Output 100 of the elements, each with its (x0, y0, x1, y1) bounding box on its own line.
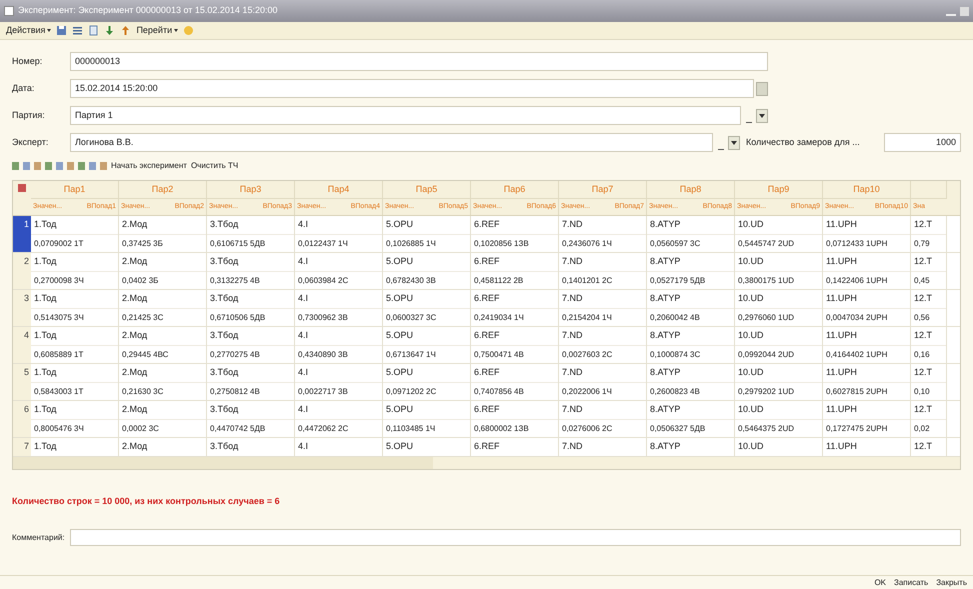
table-settings-icon[interactable] (18, 184, 26, 192)
column-header[interactable]: Пар10 (853, 182, 880, 196)
table-cell: 0,0992044 2UD (738, 348, 794, 360)
table-cell-text: 8.ATYP (650, 292, 680, 306)
table-cell: 0,4164402 1UPH (826, 348, 888, 360)
table-cell: 0,29445 4ВС (122, 348, 168, 360)
list-icon[interactable] (72, 25, 84, 36)
arrow-down-icon[interactable] (104, 25, 116, 36)
table-cell: 0,4581122 2В (474, 274, 524, 286)
field-label: Партия: (12, 108, 46, 122)
table-cell: 0,3800175 1UD (738, 274, 794, 286)
table-cell-text: 11.UPH (826, 292, 857, 306)
table-cell-text: 1.Тод (34, 440, 56, 454)
table-cell: 0,37425 3Б (122, 238, 163, 250)
table-cell: 0,5843003 1Т (34, 386, 84, 398)
column-header[interactable]: Пар2 (152, 182, 174, 196)
table-cell-text: 12.Т (914, 403, 932, 416)
table-cell-text: 5.ОРU (386, 255, 414, 268)
table-cell-text: 11.UPH (826, 329, 857, 342)
column-header[interactable]: Пар1 (64, 182, 86, 196)
table-cell: 0,79 (914, 238, 930, 250)
table-cell: 0,02 (914, 422, 930, 434)
input-field[interactable]: 1000 (884, 133, 961, 152)
input-field[interactable]: 000000013 (70, 52, 768, 71)
table-cell-text: 6.REF (474, 255, 500, 268)
help-icon[interactable] (183, 25, 194, 36)
table-cell-text: 6.REF (474, 403, 500, 416)
table-cell-text: 3.Тбод (210, 329, 238, 342)
table-cell-text: 2.Мод (122, 403, 148, 416)
input-field[interactable]: Партия 1 (70, 106, 741, 125)
row-number: 4 (24, 329, 29, 342)
table-cell-text: 3.Тбод (210, 403, 238, 416)
table-cell: 0,0122437 1Ч (298, 238, 348, 250)
document-icon[interactable] (88, 25, 100, 36)
clear-table-button[interactable]: Очистить ТЧ (190, 160, 238, 172)
table-cell-text: 3.Тбод (210, 366, 238, 380)
minimize-button[interactable] (946, 14, 956, 16)
column-header[interactable]: Пар8 (680, 182, 702, 196)
column-header[interactable]: Пар3 (240, 182, 262, 196)
table-cell: 0,2979202 1UD (738, 386, 794, 398)
table-cell-text: 6.REF (474, 440, 500, 454)
table-cell-text: 12.Т (914, 292, 932, 306)
column-header[interactable]: Пар6 (504, 182, 526, 196)
table-cell-text: 8.ATYP (650, 218, 680, 232)
close-button[interactable]: Закрыть (936, 576, 967, 588)
save-button[interactable]: Записать (894, 576, 928, 588)
column-header[interactable]: Пар4 (328, 182, 350, 196)
table-cell-text: 6.REF (474, 292, 500, 306)
table-cell-text: 7.ND (562, 218, 583, 232)
table-cell: 0,0527179 5ДВ (650, 274, 706, 286)
table-cell: 0,1026885 1Ч (386, 238, 436, 250)
table-cell: 0,6027815 2UPH (826, 386, 888, 398)
table-cell-text: 4.І (298, 403, 308, 416)
field-label: Эксперт: (12, 136, 50, 149)
table-cell-text: 1.Тод (34, 255, 56, 268)
floppy-icon[interactable] (56, 25, 68, 36)
menu-button[interactable]: Перейти (136, 24, 178, 38)
field-label: Дата: (12, 82, 36, 95)
table-cell: 0,7500471 4В (474, 348, 524, 360)
table-cell: 0,2976060 1UD (738, 312, 794, 324)
table-cell: 0,21630 3С (122, 386, 164, 398)
row-number: 2 (24, 255, 29, 268)
table-cell: 0,0047034 2UPH (826, 312, 888, 324)
table-cell: 0,0560597 3С (650, 238, 700, 250)
caret-icon (174, 29, 178, 32)
table-cell-text: 2.Мод (122, 218, 148, 232)
table-cell: 0,1000874 3С (650, 348, 700, 360)
table-cell-text: 10.UD (738, 329, 764, 342)
table-cell: 0,21425 3С (122, 312, 164, 324)
table-cell-text: 3.Тбод (210, 255, 238, 268)
input-field[interactable]: Логинова В.В. (70, 133, 713, 152)
calendar-icon[interactable] (756, 82, 768, 96)
menu-button[interactable]: Действия (6, 24, 52, 38)
dropdown-icon[interactable] (756, 108, 768, 122)
column-header[interactable]: Пар5 (416, 182, 438, 196)
column-header[interactable]: Пар7 (592, 182, 614, 196)
close-button[interactable] (960, 6, 969, 16)
table-cell-text: 11.UPH (826, 403, 857, 416)
row-number: 6 (24, 403, 29, 416)
row-number: 3 (24, 292, 29, 305)
table-cell-text: 4.І (298, 218, 308, 232)
table-cell-text: 5.ОРU (386, 292, 414, 306)
table-cell-text: 7.ND (562, 366, 583, 380)
table-cell: 0,5445747 2UD (738, 238, 794, 250)
start-experiment-button[interactable]: Начать эксперимент (111, 160, 187, 172)
table-cell-text: 12.Т (914, 218, 932, 232)
caret-icon (47, 29, 52, 32)
comment-field[interactable] (70, 529, 961, 546)
table-cell-text: 1.Тод (34, 403, 56, 416)
table-cell-text: 2.Мод (122, 255, 148, 268)
ok-button[interactable]: OK (874, 576, 886, 588)
field-label: Комментарий: (12, 532, 66, 544)
table-cell-text: 7.ND (562, 329, 583, 342)
scrollbar-thumb[interactable] (13, 457, 433, 469)
arrow-up-icon[interactable] (120, 25, 132, 36)
table-cell-text: 1.Тод (34, 366, 56, 380)
dropdown-icon[interactable] (728, 136, 740, 150)
column-header[interactable]: Пар9 (768, 182, 790, 196)
table-cell-text: 5.ОРU (386, 403, 414, 416)
input-field[interactable]: 15.02.2014 15:20:00 (70, 79, 754, 98)
